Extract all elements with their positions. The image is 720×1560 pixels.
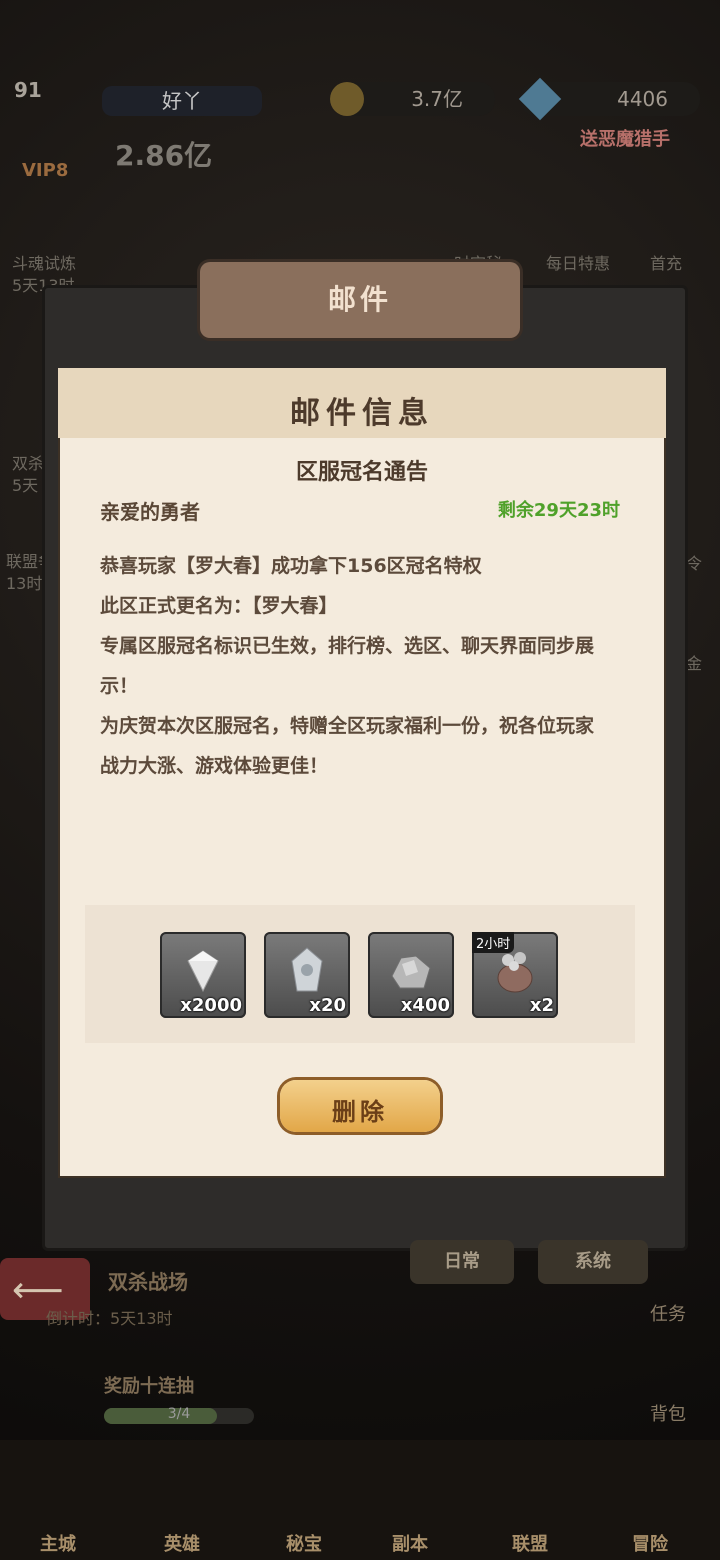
gift-banner[interactable]: 送恶魔猎手: [580, 125, 670, 151]
delete-button-label[interactable]: 删除: [280, 1092, 440, 1127]
quest-label[interactable]: 任务: [650, 1300, 686, 1326]
mail-tab-title: 邮件: [327, 283, 392, 316]
progress-text: 3/4: [167, 1406, 191, 1422]
mail-remaining-time: 剩余29天23时: [497, 500, 620, 521]
player-level: 91: [14, 78, 42, 102]
mission-timer: 倒计时：5天13时: [46, 1309, 173, 1328]
player-name[interactable]: 好丫: [102, 86, 262, 116]
bottom-navigation: [0, 1440, 720, 1560]
mail-body-line: 战力大涨、游戏体验更佳！: [100, 755, 329, 777]
nav-item-dungeon[interactable]: 副本: [392, 1530, 428, 1556]
mail-body-line: 此区正式更名为：【罗大春】: [100, 595, 338, 617]
side-label[interactable]: 双杀: [12, 450, 44, 474]
nav-item-heroes[interactable]: 英雄: [164, 1530, 200, 1556]
vip-badge[interactable]: VIP8: [22, 160, 68, 181]
reward-quantity: x400: [400, 995, 450, 1016]
reward-quantity: x2: [529, 995, 554, 1016]
reward-quantity: x20: [309, 995, 346, 1016]
side-label[interactable]: 每日特惠: [546, 250, 610, 274]
reward-item[interactable]: x2000: [160, 932, 246, 1018]
tab-system[interactable]: 系统: [538, 1240, 648, 1284]
reward-item[interactable]: 2小时 x2: [472, 932, 558, 1018]
reward-item[interactable]: x400: [368, 932, 454, 1018]
mail-body-line: 专属区服冠名标识已生效，排行榜、选区、聊天界面同步展: [100, 635, 595, 657]
reward-item[interactable]: x20: [264, 932, 350, 1018]
mail-body-line: 为庆贺本次区服冠名，特赠全区玩家福利一份，祝各位玩家: [100, 715, 595, 737]
coin-bag-icon: [497, 952, 533, 993]
ore-icon: [391, 955, 431, 989]
mail-body-line: 恭喜玩家【罗大春】成功拿下156区冠名特权: [100, 555, 482, 577]
nav-item-treasure[interactable]: 秘宝: [286, 1530, 322, 1556]
nav-item-home[interactable]: 主城: [40, 1530, 76, 1556]
tab-daily[interactable]: 日常: [410, 1240, 514, 1284]
power-value: 2.86亿: [115, 139, 213, 172]
mail-info-title: 邮件信息: [290, 396, 434, 431]
mail-greeting: 亲爱的勇者: [100, 500, 200, 524]
reward-ten-draw: 奖励十连抽: [104, 1376, 194, 1397]
side-label: 5天: [12, 476, 39, 495]
side-label[interactable]: 斗魂试炼: [12, 250, 76, 274]
mission-title[interactable]: 双杀战场: [108, 1266, 188, 1295]
bag-label[interactable]: 背包: [650, 1400, 686, 1426]
diamond-icon: [187, 950, 219, 993]
top-hud: 91 好丫 2.86亿 VIP8 3.7亿 4406 送恶魔猎手: [0, 0, 720, 200]
crystal-shard-icon: [291, 947, 323, 992]
coin-icon: [330, 82, 364, 116]
mail-subject: 区服冠名通告: [295, 460, 428, 485]
nav-item-adventure[interactable]: 冒险: [632, 1530, 668, 1556]
mail-body-line: 示！: [100, 675, 139, 697]
reward-quantity: x2000: [180, 995, 242, 1016]
side-label: 13时: [6, 574, 43, 593]
side-label[interactable]: 首充: [650, 250, 682, 274]
nav-item-alliance[interactable]: 联盟: [512, 1530, 548, 1556]
